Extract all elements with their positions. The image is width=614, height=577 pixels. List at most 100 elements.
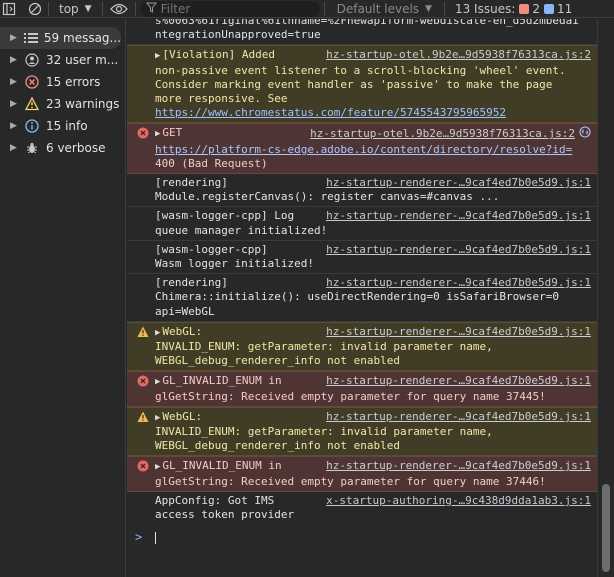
message-body: non-passive event listener to a scroll-b… [155, 63, 566, 77]
message-head: [rendering] [155, 176, 228, 190]
message-head: [wasm-logger-cpp] Log [155, 209, 295, 223]
message-head: [Violation] Added [162, 48, 276, 62]
source-link[interactable]: hz-startup-renderer-…9caf4ed7b0e5d9.js:1 [326, 209, 591, 223]
message-body: access token provider [155, 508, 295, 522]
message-head: [wasm-logger-cpp] [155, 242, 268, 256]
message-body: INVALID_ENUM: getParameter: invalid para… [155, 340, 493, 354]
issues-info-badge: 11 [544, 2, 572, 16]
message-head: GL_INVALID_ENUM in [162, 459, 282, 473]
issues-error-badge: 2 [519, 2, 540, 16]
sidebar-toggle-icon[interactable] [0, 0, 18, 18]
toolbar-divider [323, 1, 325, 16]
truncated-log-line: s%0063%61riginal%61thname=%2Fnewapiform-… [127, 19, 597, 46]
issues-error-count: 2 [532, 1, 541, 16]
message-head: GL_INVALID_ENUM in [162, 374, 282, 388]
network-request-icon[interactable] [579, 126, 591, 142]
sidebar-item-label: 32 user m... [46, 53, 119, 67]
sidebar-item-user-messages[interactable]: ▶ 32 user m... [0, 49, 125, 71]
scrollbar-thumb[interactable] [602, 484, 610, 572]
source-link[interactable]: hz-startup-renderer-…9caf4ed7b0e5d9.js:1 [326, 374, 591, 389]
console-error-message: ▶ GET hz-startup-otel.9b2e…9d5938f76313ca… [127, 123, 597, 175]
message-head: [rendering] [155, 276, 228, 290]
expand-arrow-icon[interactable]: ▶ [10, 143, 18, 153]
sidebar-item-label: 23 warnings [46, 97, 120, 111]
issues-button[interactable]: 13 Issues: 2 11 [449, 2, 578, 16]
warning-icon [24, 96, 40, 112]
sidebar-item-errors[interactable]: ▶ 15 errors [0, 71, 125, 93]
expand-triangle-icon[interactable]: ▶ [155, 462, 160, 472]
issues-info-count: 11 [557, 1, 573, 16]
filter-box[interactable] [139, 0, 320, 17]
expand-arrow-icon[interactable]: ▶ [10, 33, 17, 43]
sidebar-item-label: 6 verbose [46, 141, 106, 155]
sidebar-item-verbose[interactable]: ▶ 6 verbose [0, 137, 125, 159]
expand-arrow-icon[interactable]: ▶ [10, 99, 18, 109]
error-icon [137, 375, 149, 387]
expand-triangle-icon[interactable]: ▶ [155, 51, 160, 61]
context-selector[interactable]: top ▼ [53, 2, 98, 16]
console-sidebar: ▶ 59 messag... ▶ 32 user m... ▶ 15 error… [0, 19, 126, 577]
sidebar-item-label: 59 messag... [43, 31, 121, 45]
console-log-message: [wasm-logger-cpp] hz-startup-renderer-…9… [127, 241, 597, 275]
source-link[interactable]: hz-startup-renderer-…9caf4ed7b0e5d9.js:1 [326, 276, 591, 290]
source-link[interactable]: x-startup-authoring-…9c438d9dda1ab3.js:1 [326, 494, 591, 508]
message-body: glGetString: Received empty parameter fo… [155, 474, 546, 488]
request-url-link[interactable]: https://platform-cs-edge.adobe.io/conten… [155, 143, 591, 157]
error-square-icon [519, 3, 530, 14]
error-icon [137, 460, 149, 472]
message-body: Consider marking event handler as 'passi… [155, 77, 553, 91]
user-icon [24, 52, 40, 68]
console-error-message: ▶ GL_INVALID_ENUM in hz-startup-renderer-… [127, 371, 597, 407]
message-body: queue manager initialized! [155, 223, 328, 237]
message-body: Wasm logger initialized! [155, 257, 314, 271]
error-icon [137, 127, 149, 139]
console-log-message: [rendering] hz-startup-renderer-…9caf4ed… [127, 174, 597, 208]
sidebar-item-info[interactable]: ▶ 15 info [0, 115, 125, 137]
source-link[interactable]: hz-startup-renderer-…9caf4ed7b0e5d9.js:1 [326, 325, 591, 340]
source-link[interactable]: hz-startup-renderer-…9caf4ed7b0e5d9.js:1 [326, 243, 591, 257]
console-prompt[interactable]: > [127, 524, 597, 550]
text-cursor [155, 531, 157, 544]
expand-triangle-icon[interactable]: ▶ [155, 413, 160, 423]
source-link[interactable]: hz-startup-otel.9b2e…9d5938f76313ca.js:2 [326, 48, 591, 63]
filter-icon [145, 2, 157, 16]
list-icon [23, 30, 38, 46]
console-warning-message: ▶ WebGL: hz-startup-renderer-…9caf4ed7b0e… [127, 406, 597, 457]
log-levels-dropdown[interactable]: Default levels ▼ [329, 2, 440, 16]
message-head: AppConfig: Got IMS [155, 493, 275, 507]
message-body: glGetString: Received empty parameter fo… [155, 389, 546, 403]
eye-icon[interactable] [107, 0, 131, 18]
chevron-down-icon: ▼ [84, 3, 92, 14]
error-icon [24, 74, 40, 90]
expand-triangle-icon[interactable]: ▶ [155, 129, 160, 139]
message-body: more responsive. See [155, 92, 288, 106]
chevron-down-icon: ▼ [425, 3, 432, 14]
sidebar-item-messages[interactable]: ▶ 59 messag... [0, 27, 121, 49]
console-toolbar: top ▼ Default levels ▼ 13 Issues: 2 11 [0, 0, 614, 18]
expand-arrow-icon[interactable]: ▶ [10, 77, 18, 87]
console-scrollbar[interactable] [597, 19, 614, 577]
expand-arrow-icon[interactable]: ▶ [10, 55, 18, 65]
source-link[interactable]: hz-startup-renderer-…9caf4ed7b0e5d9.js:1 [326, 176, 591, 190]
sidebar-item-label: 15 info [46, 119, 88, 133]
message-body: WEBGL_debug_renderer_info not enabled [155, 354, 401, 368]
clear-console-icon[interactable] [26, 0, 44, 18]
message-head: GET [162, 126, 183, 140]
log-text: s%0063%61riginal%61thname=%2Fnewapiform-… [155, 19, 579, 27]
filter-input[interactable] [160, 1, 311, 16]
chromestatus-link[interactable]: https://www.chromestatus.com/feature/574… [155, 106, 591, 120]
info-square-icon [544, 3, 555, 14]
source-link[interactable]: hz-startup-otel.9b2e…9d5938f76313ca.js:2 [310, 127, 575, 141]
expand-triangle-icon[interactable]: ▶ [155, 328, 160, 338]
expand-triangle-icon[interactable]: ▶ [155, 377, 160, 387]
source-link[interactable]: hz-startup-renderer-…9caf4ed7b0e5d9.js:1 [326, 410, 591, 425]
source-link[interactable]: hz-startup-renderer-…9caf4ed7b0e5d9.js:1 [326, 459, 591, 474]
console-warning-message: ▶ WebGL: hz-startup-renderer-…9caf4ed7b0e… [127, 321, 597, 372]
expand-arrow-icon[interactable]: ▶ [10, 121, 18, 131]
warning-icon [137, 326, 149, 338]
info-icon [24, 118, 40, 134]
sidebar-item-warnings[interactable]: ▶ 23 warnings [0, 93, 125, 115]
console-error-message: ▶ GL_INVALID_ENUM in hz-startup-renderer-… [127, 456, 597, 492]
console-log-message: [rendering] hz-startup-renderer-…9caf4ed… [127, 274, 597, 322]
message-body: Module.registerCanvas(): register canvas… [155, 190, 500, 204]
